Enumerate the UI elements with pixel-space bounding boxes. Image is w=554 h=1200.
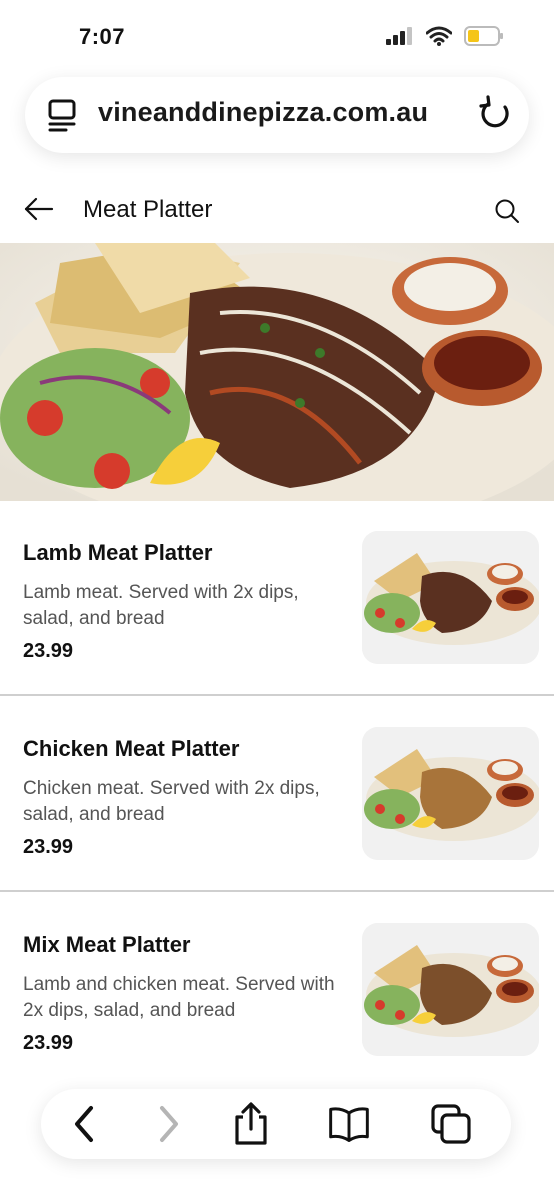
item-name: Lamb Meat Platter <box>23 540 213 565</box>
item-description: Lamb and chicken meat. Served with 2x di… <box>23 974 335 1021</box>
tabs-icon[interactable] <box>429 1102 473 1146</box>
item-image <box>362 923 539 1056</box>
menu-item[interactable]: Lamb Meat Platter Lamb meat. Served with… <box>0 500 554 696</box>
item-price: 23.99 <box>23 836 74 858</box>
item-image <box>362 727 539 860</box>
book-icon[interactable] <box>327 1102 371 1146</box>
menu-item[interactable]: Mix Meat Platter Lamb and chicken meat. … <box>0 892 554 1088</box>
item-price: 23.99 <box>23 1032 74 1054</box>
page-title: Meat Platter <box>83 196 213 223</box>
item-name: Mix Meat Platter <box>23 932 191 957</box>
address-bar[interactable]: vineanddinepizza.com.au <box>25 77 529 153</box>
item-description: Chicken meat. Served with 2x dips, salad… <box>23 778 320 825</box>
item-price: 23.99 <box>23 640 74 662</box>
item-image <box>362 531 539 664</box>
status-icons <box>386 26 504 46</box>
hero-image <box>0 243 554 501</box>
status-time: 7:07 <box>79 24 126 49</box>
share-icon[interactable] <box>229 1102 273 1146</box>
url-text[interactable]: vineanddinepizza.com.au <box>98 97 428 128</box>
chevron-right-icon[interactable] <box>146 1102 190 1146</box>
battery-icon <box>464 26 503 46</box>
reload-icon[interactable] <box>479 95 513 136</box>
item-description: Lamb meat. Served with 2x dips, salad, a… <box>23 582 299 629</box>
signal-icon <box>386 27 412 45</box>
site-tabs-icon[interactable] <box>47 99 79 138</box>
browser-toolbar <box>41 1089 511 1159</box>
status-bar: 7:07 <box>0 0 554 70</box>
search-icon[interactable] <box>494 198 520 229</box>
menu-item[interactable]: Chicken Meat Platter Chicken meat. Serve… <box>0 696 554 892</box>
wifi-icon <box>426 26 452 46</box>
back-arrow-icon[interactable] <box>24 196 54 227</box>
item-name: Chicken Meat Platter <box>23 736 240 761</box>
page-header: Meat Platter <box>0 180 554 240</box>
chevron-left-icon[interactable] <box>63 1102 107 1146</box>
